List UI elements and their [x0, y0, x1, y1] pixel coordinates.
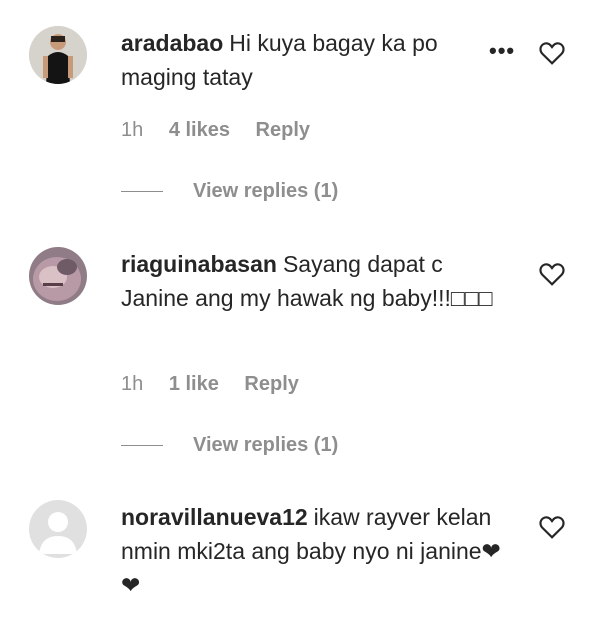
avatar[interactable] [29, 247, 87, 305]
comment-body: noravillanueva12 ikaw rayver kelan nmin m… [121, 500, 516, 602]
reply-button[interactable]: Reply [244, 373, 298, 395]
view-replies-button[interactable]: View replies (1) [121, 433, 338, 457]
avatar[interactable] [29, 26, 87, 84]
heart-outline-icon[interactable] [539, 262, 565, 286]
comment-likes[interactable]: 4 likes [169, 119, 230, 141]
view-replies-label: View replies (1) [193, 433, 339, 456]
more-horizontal-icon[interactable]: ••• [489, 38, 515, 64]
comment-time: 1h [121, 119, 144, 141]
view-replies-button[interactable]: View replies (1) [121, 179, 338, 203]
heart-outline-icon[interactable] [539, 41, 565, 65]
comment-meta: 1h 4 likes Reply [121, 119, 330, 142]
avatar[interactable] [29, 500, 87, 558]
comment-time: 1h [121, 373, 144, 395]
comment-username[interactable]: noravillanueva12 [121, 504, 308, 530]
view-replies-label: View replies (1) [193, 179, 339, 202]
divider-line [121, 190, 163, 192]
divider-line [121, 444, 163, 446]
reply-button[interactable]: Reply [256, 119, 310, 141]
comment-username[interactable]: riaguinabasan [121, 251, 277, 277]
comment-likes[interactable]: 1 like [169, 373, 219, 395]
comment-body: aradabao Hi kuya bagay ka po maging tatay [121, 26, 516, 94]
comment-meta: 1h 1 like Reply [121, 373, 319, 396]
heart-outline-icon[interactable] [539, 515, 565, 539]
default-avatar-icon [29, 500, 87, 558]
comment-body: riaguinabasan Sayang dapat c Janine ang m… [121, 247, 516, 315]
comment-username[interactable]: aradabao [121, 30, 223, 56]
